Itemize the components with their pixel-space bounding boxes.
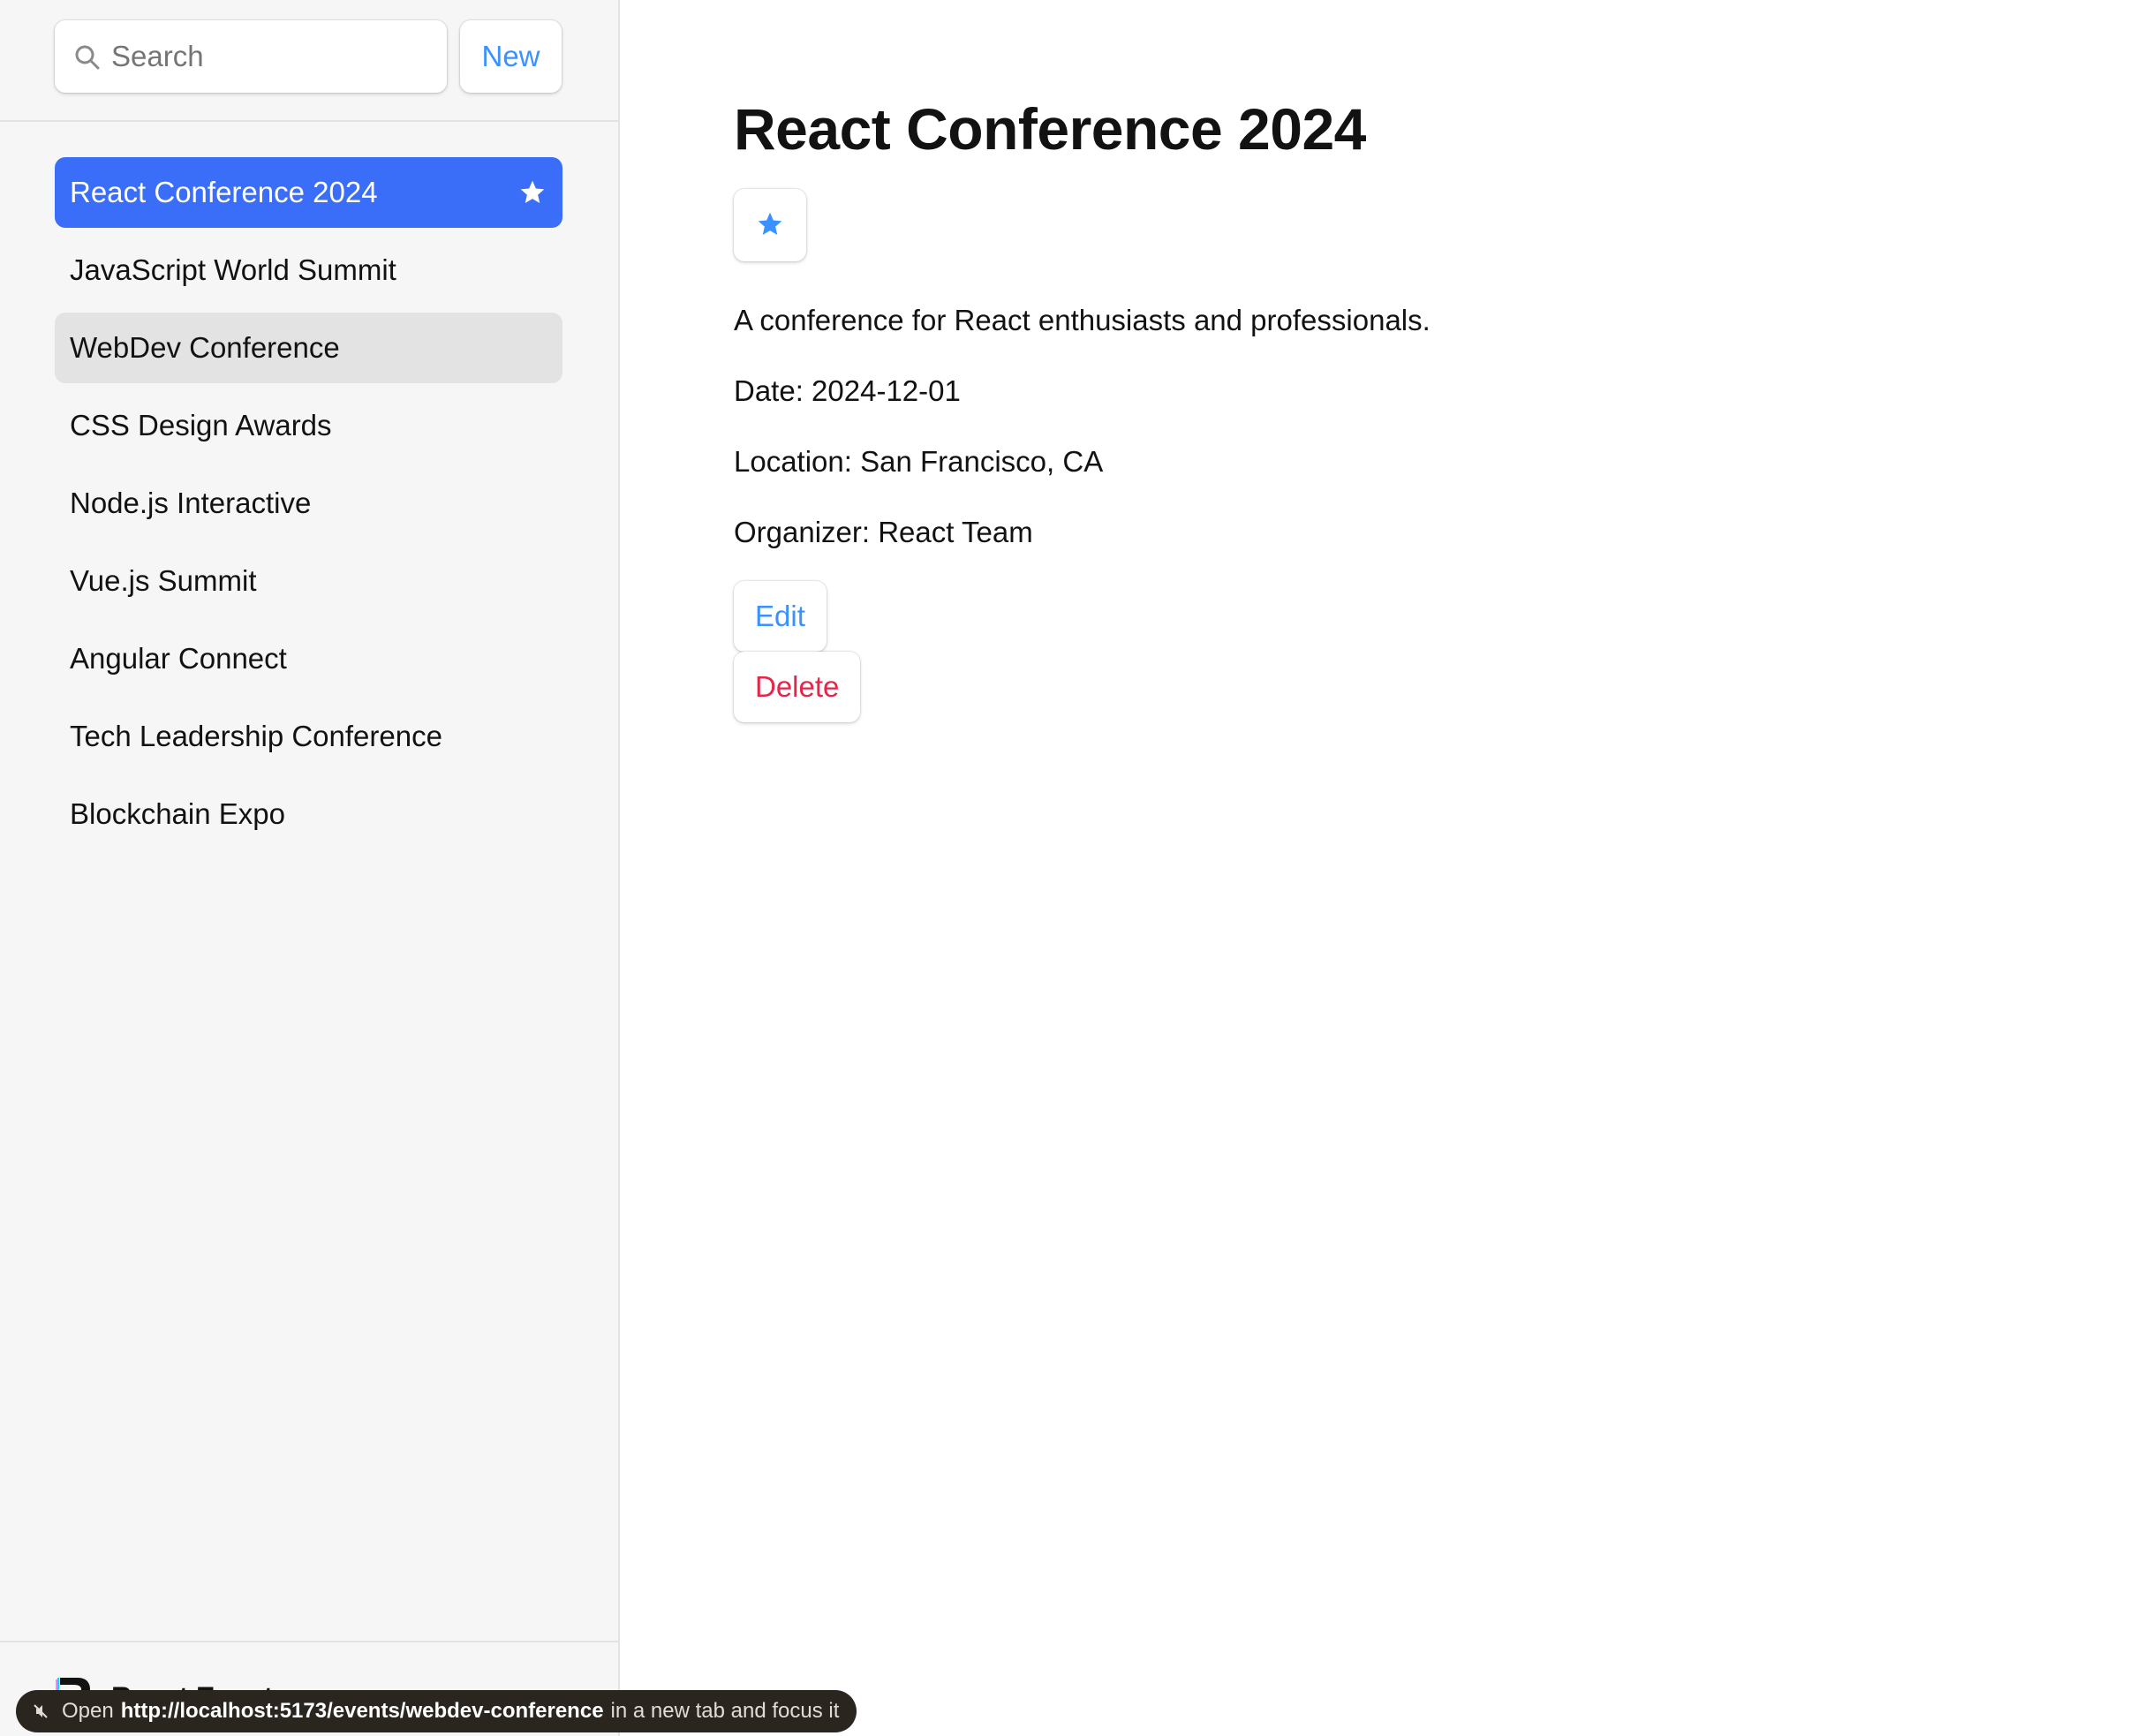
star-icon [520,180,545,203]
sidebar-item-label: Blockchain Expo [70,797,285,830]
event-list: React Conference 2024 JavaScript World Su… [55,157,562,857]
sidebar-item-tech-leadership-conference[interactable]: Tech Leadership Conference [55,701,562,772]
sidebar: New React Conference 2024 JavaScript Worl… [0,0,620,1736]
sidebar-item-label: Node.js Interactive [70,487,312,519]
event-organizer: Organizer: React Team [734,516,1033,548]
sidebar-item-vue-js-summit[interactable]: Vue.js Summit [55,546,562,616]
sidebar-item-webdev-conference[interactable]: WebDev Conference [55,313,562,383]
delete-button[interactable]: Delete [734,652,861,722]
event-detail: React Conference 2024 A conference for R… [620,0,2144,1736]
event-date: Date: 2024-12-01 [734,374,961,407]
edit-button[interactable]: Edit [734,581,827,652]
favorite-button[interactable] [734,189,806,261]
tooltip-prefix: Open [62,1699,114,1723]
sidebar-item-blockchain-expo[interactable]: Blockchain Expo [55,779,562,849]
search-icon [75,45,100,70]
sidebar-item-label: Angular Connect [70,642,287,675]
sidebar-item-react-conference-2024[interactable]: React Conference 2024 [55,157,562,228]
search-input[interactable] [111,20,438,93]
sidebar-item-javascript-world-summit[interactable]: JavaScript World Summit [55,235,562,306]
sidebar-search-bar: New [0,0,618,122]
sidebar-item-label: JavaScript World Summit [70,253,396,286]
sidebar-item-css-design-awards[interactable]: CSS Design Awards [55,390,562,461]
sidebar-item-label: WebDev Conference [70,331,340,364]
sidebar-item-angular-connect[interactable]: Angular Connect [55,623,562,694]
new-button[interactable]: New [460,20,562,93]
page-title: React Conference 2024 [734,96,1366,162]
event-description: A conference for React enthusiasts and p… [734,304,1431,336]
sidebar-item-label: React Conference 2024 [70,176,378,208]
star-icon [758,212,782,235]
sidebar-item-label: Tech Leadership Conference [70,720,442,752]
sidebar-item-node-js-interactive[interactable]: Node.js Interactive [55,468,562,539]
sidebar-item-label: CSS Design Awards [70,409,332,442]
tooltip-url: http://localhost:5173/events/webdev-conf… [120,1699,604,1723]
event-location: Location: San Francisco, CA [734,445,1104,478]
sidebar-item-label: Vue.js Summit [70,564,257,597]
mute-icon [34,1704,48,1718]
search-box[interactable] [55,20,447,93]
tooltip-suffix: in a new tab and focus it [610,1699,840,1723]
status-tooltip: Open http://localhost:5173/events/webdev… [16,1690,857,1732]
